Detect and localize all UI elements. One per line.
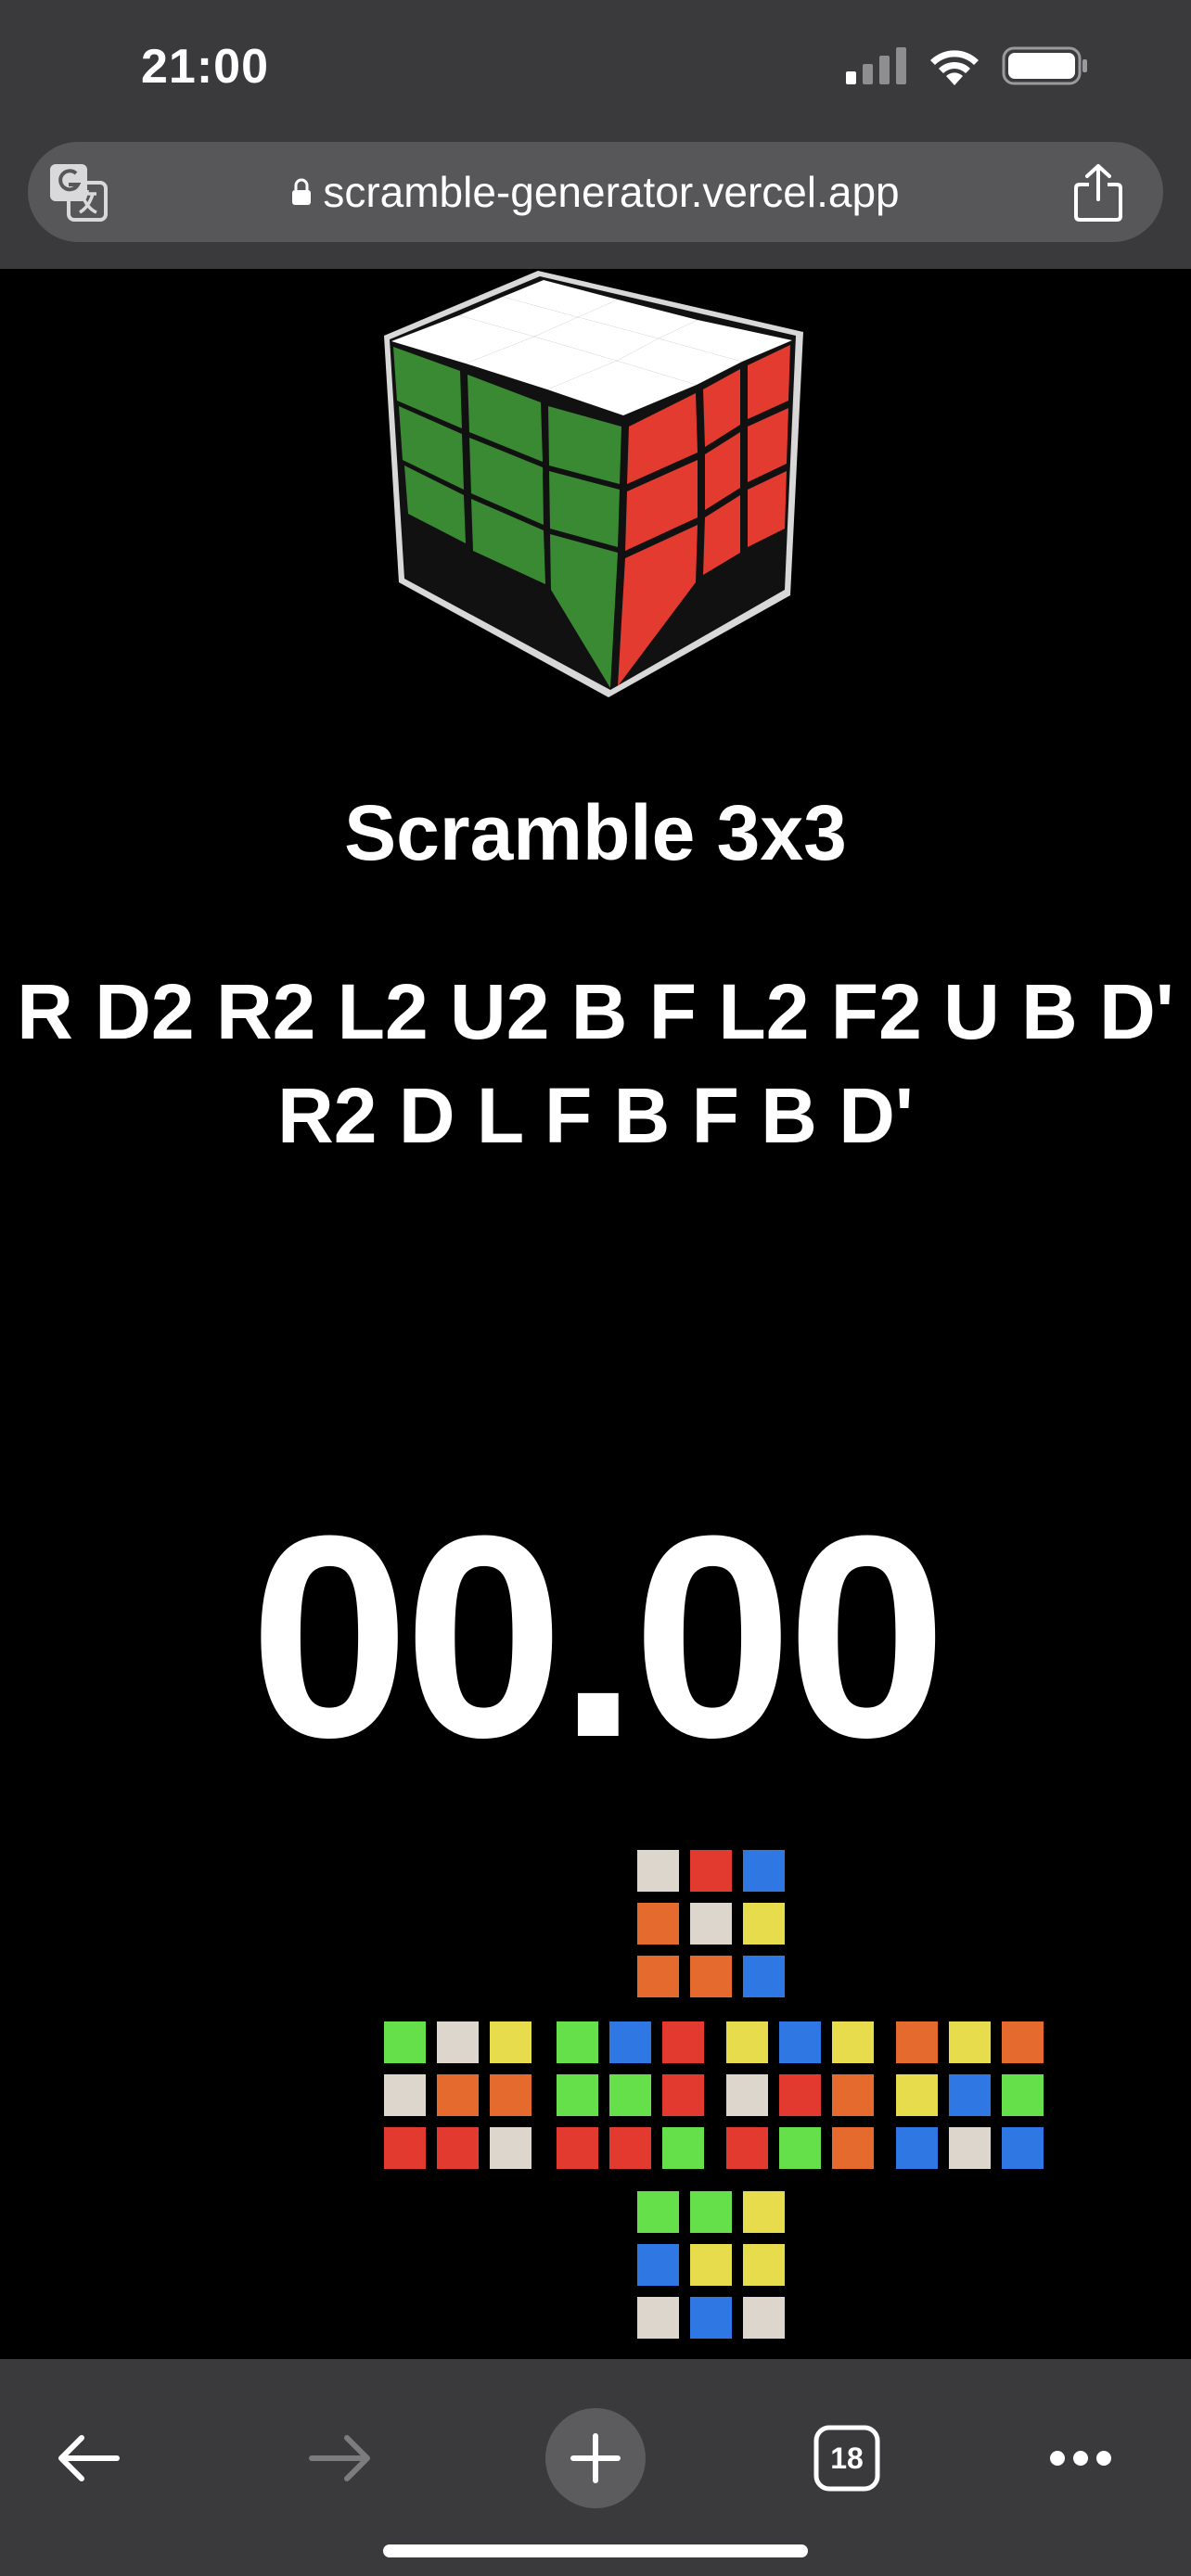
sticker-R-1 bbox=[779, 2021, 821, 2063]
timer-display[interactable]: 00.00 bbox=[0, 1479, 1191, 1794]
sticker-U-6 bbox=[637, 1956, 679, 1997]
sticker-L-5 bbox=[490, 2074, 531, 2116]
status-time: 21:00 bbox=[141, 40, 269, 94]
sticker-B-3 bbox=[896, 2074, 938, 2116]
status-icons bbox=[846, 46, 1089, 85]
sticker-D-2 bbox=[743, 2191, 785, 2233]
bottom-toolbar: 18 bbox=[0, 2359, 1191, 2576]
sticker-L-4 bbox=[437, 2074, 479, 2116]
sticker-R-3 bbox=[726, 2074, 768, 2116]
status-bar: 21:00 bbox=[0, 0, 1191, 134]
sticker-B-7 bbox=[949, 2127, 991, 2169]
face-front bbox=[557, 2021, 710, 2174]
tabs-button[interactable]: 18 bbox=[805, 2417, 889, 2500]
page-content: Scramble 3x3 R D2 R2 L2 U2 B F L2 F2 U B… bbox=[0, 269, 1191, 2359]
sticker-U-4 bbox=[690, 1903, 732, 1945]
sticker-U-5 bbox=[743, 1903, 785, 1945]
sticker-R-6 bbox=[726, 2127, 768, 2169]
sticker-L-8 bbox=[490, 2127, 531, 2169]
more-button[interactable] bbox=[1039, 2417, 1122, 2500]
sticker-L-2 bbox=[490, 2021, 531, 2063]
url-text: scramble-generator.vercel.app bbox=[323, 168, 900, 216]
sticker-F-2 bbox=[662, 2021, 704, 2063]
sticker-B-5 bbox=[1002, 2074, 1044, 2116]
sticker-B-0 bbox=[896, 2021, 938, 2063]
sticker-U-8 bbox=[743, 1956, 785, 1997]
url-area: scramble-generator.vercel.app bbox=[0, 134, 1191, 269]
face-right bbox=[726, 2021, 879, 2174]
cube-logo bbox=[384, 271, 803, 697]
sticker-F-5 bbox=[662, 2074, 704, 2116]
sticker-U-1 bbox=[690, 1850, 732, 1892]
sticker-F-7 bbox=[609, 2127, 651, 2169]
address-bar[interactable]: scramble-generator.vercel.app bbox=[28, 142, 1163, 242]
sticker-B-8 bbox=[1002, 2127, 1044, 2169]
sticker-U-2 bbox=[743, 1850, 785, 1892]
translate-icon[interactable] bbox=[48, 162, 108, 222]
sticker-F-1 bbox=[609, 2021, 651, 2063]
sticker-D-5 bbox=[743, 2244, 785, 2286]
sticker-D-1 bbox=[690, 2191, 732, 2233]
lock-icon bbox=[292, 178, 312, 205]
sticker-L-1 bbox=[437, 2021, 479, 2063]
sticker-L-7 bbox=[437, 2127, 479, 2169]
plus-icon bbox=[570, 2433, 621, 2483]
sticker-B-6 bbox=[896, 2127, 938, 2169]
face-up bbox=[637, 1850, 790, 2003]
sticker-R-7 bbox=[779, 2127, 821, 2169]
home-indicator bbox=[383, 2544, 808, 2557]
sticker-B-1 bbox=[949, 2021, 991, 2063]
more-icon bbox=[1050, 2451, 1111, 2466]
sticker-L-3 bbox=[384, 2074, 426, 2116]
forward-button[interactable] bbox=[299, 2417, 382, 2500]
page-title: Scramble 3x3 bbox=[344, 789, 847, 876]
sticker-U-7 bbox=[690, 1956, 732, 1997]
cellular-signal-icon bbox=[846, 47, 906, 84]
scramble-sequence: R D2 R2 L2 U2 B F L2 F2 U B D' R2 D L F … bbox=[17, 968, 1174, 1159]
sticker-R-8 bbox=[832, 2127, 874, 2169]
face-down bbox=[637, 2191, 790, 2344]
sticker-U-3 bbox=[637, 1903, 679, 1945]
sticker-F-0 bbox=[557, 2021, 598, 2063]
new-tab-button[interactable] bbox=[545, 2408, 646, 2508]
face-back bbox=[896, 2021, 1049, 2174]
tab-count: 18 bbox=[830, 2441, 864, 2475]
sticker-F-3 bbox=[557, 2074, 598, 2116]
battery-icon bbox=[1002, 46, 1087, 85]
sticker-R-5 bbox=[832, 2074, 874, 2116]
cube-net bbox=[384, 1850, 1052, 2351]
back-button[interactable] bbox=[46, 2417, 130, 2500]
sticker-D-0 bbox=[637, 2191, 679, 2233]
sticker-U-0 bbox=[637, 1850, 679, 1892]
face-left bbox=[384, 2021, 537, 2174]
sticker-R-0 bbox=[726, 2021, 768, 2063]
sticker-F-8 bbox=[662, 2127, 704, 2169]
sticker-B-2 bbox=[1002, 2021, 1044, 2063]
sticker-D-3 bbox=[637, 2244, 679, 2286]
share-icon[interactable] bbox=[1070, 162, 1126, 223]
sticker-B-4 bbox=[949, 2074, 991, 2116]
forward-arrow-icon bbox=[309, 2435, 370, 2481]
wifi-icon bbox=[930, 50, 979, 85]
sticker-R-2 bbox=[832, 2021, 874, 2063]
sticker-L-0 bbox=[384, 2021, 426, 2063]
sticker-D-6 bbox=[637, 2297, 679, 2339]
back-arrow-icon bbox=[58, 2435, 120, 2481]
sticker-D-7 bbox=[690, 2297, 732, 2339]
sticker-L-6 bbox=[384, 2127, 426, 2169]
sticker-R-4 bbox=[779, 2074, 821, 2116]
sticker-F-6 bbox=[557, 2127, 598, 2169]
sticker-F-4 bbox=[609, 2074, 651, 2116]
sticker-D-8 bbox=[743, 2297, 785, 2339]
sticker-D-4 bbox=[690, 2244, 732, 2286]
